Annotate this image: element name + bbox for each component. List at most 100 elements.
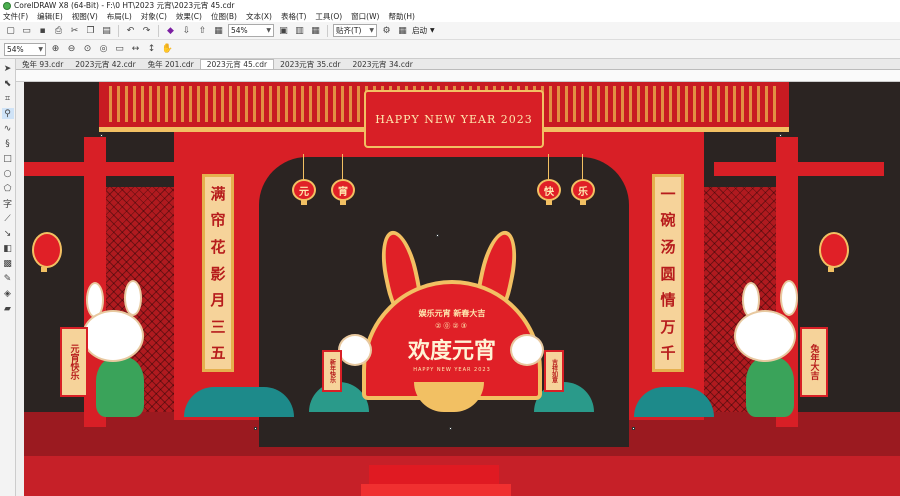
title-bar: CorelDRAW X8 (64-Bit) - F:\0 HT\2023 元宵\… (0, 0, 900, 11)
board-year: ②⓪②③ (435, 321, 469, 330)
zoom-all-objects-icon[interactable]: ◎ (97, 43, 110, 56)
redo-icon[interactable]: ↷ (140, 24, 153, 37)
menu-edit[interactable]: 编辑(E) (37, 11, 63, 22)
new-document-icon[interactable]: ▢ (4, 24, 17, 37)
rabbit-ear (124, 280, 142, 316)
zoom-page-icon[interactable]: ▭ (113, 43, 126, 56)
cut-icon[interactable]: ✂ (68, 24, 81, 37)
couplet-char: 影 (210, 264, 226, 283)
snap-to-dropdown[interactable]: 贴齐(T) ▼ (333, 24, 377, 37)
selection-handle[interactable] (779, 134, 782, 137)
full-screen-icon[interactable]: ▣ (277, 24, 290, 37)
zoom-tool-icon[interactable]: ⚲ (1, 108, 14, 119)
couplet-char: 满 (210, 184, 226, 203)
lantern-string (303, 154, 304, 180)
show-rulers-icon[interactable]: ▥ (293, 24, 306, 37)
zoom-height-icon[interactable]: ↕ (145, 43, 158, 56)
save-icon[interactable]: ▪ (36, 24, 49, 37)
lantern: 乐 (571, 179, 595, 205)
copy-icon[interactable]: ❐ (84, 24, 97, 37)
rectangle-tool-icon[interactable]: □ (2, 153, 14, 164)
zoom-level-value: 54% (231, 26, 248, 35)
eyedropper-icon[interactable]: ✎ (2, 273, 14, 284)
smart-fill-icon[interactable]: ▰ (2, 303, 14, 314)
artistic-media-icon[interactable]: § (2, 138, 14, 149)
undo-icon[interactable]: ↶ (124, 24, 137, 37)
document-tab-label: 兔年 201.cdr (147, 59, 194, 69)
left-couplet: 满 帘 花 影 月 三 五 (202, 174, 234, 372)
zoom-width-icon[interactable]: ↔ (129, 43, 142, 56)
show-grid-icon[interactable]: ▦ (309, 24, 322, 37)
menu-help[interactable]: 帮助(H) (388, 11, 415, 22)
document-tab[interactable]: 兔年 201.cdr (142, 59, 200, 69)
small-rabbit-head (338, 334, 372, 366)
drawing-canvas[interactable]: HAPPY NEW YEAR 2023 满 帘 花 影 月 三 五 一 碗 汤 … (24, 82, 900, 496)
toolbar-separator (327, 24, 328, 37)
menu-bitmaps[interactable]: 位图(B) (211, 11, 237, 22)
drop-shadow-icon[interactable]: ◧ (2, 243, 14, 254)
document-tab[interactable]: 2023元宵 42.cdr (69, 59, 141, 69)
publish-pdf-icon[interactable]: ▦ (212, 24, 225, 37)
document-tab[interactable]: 兔年 93.cdr (16, 59, 69, 69)
menu-table[interactable]: 表格(T) (281, 11, 306, 22)
transparency-tool-icon[interactable]: ▩ (2, 258, 14, 269)
lantern-string (582, 154, 583, 180)
document-tab-active[interactable]: 2023元宵 45.cdr (199, 59, 275, 69)
launch-label[interactable]: 启动 (412, 25, 427, 36)
rabbit-body (746, 357, 794, 417)
document-tab[interactable]: 2023元宵 35.cdr (274, 59, 346, 69)
lantern-char: 快 (544, 186, 554, 198)
menu-layout[interactable]: 布局(L) (107, 11, 132, 22)
export-icon[interactable]: ⇧ (196, 24, 209, 37)
zoom-selected-icon[interactable]: ⊙ (81, 43, 94, 56)
menu-tools[interactable]: 工具(O) (315, 11, 342, 22)
menu-file[interactable]: 文件(F) (3, 11, 28, 22)
options-gear-icon[interactable]: ⚙ (380, 24, 393, 37)
document-tab-label: 2023元宵 45.cdr (206, 60, 268, 69)
board-subtitle: 娱乐元宵 新春大吉 (418, 308, 486, 318)
new-year-banner: HAPPY NEW YEAR 2023 (364, 90, 544, 148)
horizontal-ruler[interactable] (16, 70, 900, 82)
menu-text[interactable]: 文本(X) (246, 11, 272, 22)
connector-tool-icon[interactable]: ↘ (2, 228, 14, 239)
stage-step-lower (361, 484, 511, 496)
open-folder-icon[interactable]: ▭ (20, 24, 33, 37)
chevron-down-icon[interactable]: ▼ (430, 27, 435, 34)
selection-handle[interactable] (254, 427, 257, 430)
menu-view[interactable]: 视图(V) (72, 11, 98, 22)
selection-handle[interactable] (449, 427, 452, 430)
lantern-char: 宵 (338, 186, 348, 198)
lantern-string (342, 154, 343, 180)
document-tab[interactable]: 2023元宵 34.cdr (346, 59, 418, 69)
import-icon[interactable]: ⇩ (180, 24, 193, 37)
selection-handle[interactable] (632, 427, 635, 430)
chevron-down-icon: ▼ (266, 27, 271, 34)
property-zoom-combo[interactable]: 54% ▼ (4, 42, 46, 56)
paste-icon[interactable]: ▤ (100, 24, 113, 37)
couplet-char: 圆 (660, 264, 676, 283)
menu-object[interactable]: 对象(C) (141, 11, 167, 22)
toolbox: ➤ ⬉ ⌗ ⚲ ∿ § □ ○ ⬠ 字 ⟋ ↘ ◧ ▩ ✎ ◈ ▰ (0, 59, 16, 496)
polygon-tool-icon[interactable]: ⬠ (2, 183, 14, 194)
board-english: HAPPY NEW YEAR 2023 (413, 366, 491, 373)
ellipse-tool-icon[interactable]: ○ (2, 168, 14, 179)
text-tool-icon[interactable]: 字 (2, 198, 14, 210)
selection-handle[interactable] (100, 134, 103, 137)
application-launcher-icon[interactable]: ▦ (396, 24, 409, 37)
print-icon[interactable]: ⎙ (52, 24, 65, 37)
pan-hand-icon[interactable]: ✋ (161, 43, 174, 56)
couplet-char: 情 (660, 291, 676, 310)
menu-effects[interactable]: 效果(C) (176, 11, 202, 22)
freehand-tool-icon[interactable]: ∿ (2, 123, 14, 134)
menu-window[interactable]: 窗口(W) (351, 11, 379, 22)
parallel-dimension-icon[interactable]: ⟋ (2, 213, 14, 224)
zoom-in-icon[interactable]: ⊕ (49, 43, 62, 56)
search-content-icon[interactable]: ◆ (164, 24, 177, 37)
zoom-out-icon[interactable]: ⊖ (65, 43, 78, 56)
selection-handle[interactable] (436, 234, 439, 237)
crop-tool-icon[interactable]: ⌗ (2, 93, 14, 104)
interactive-fill-icon[interactable]: ◈ (2, 288, 14, 299)
zoom-level-combo[interactable]: 54% ▼ (228, 24, 274, 37)
shape-tool-icon[interactable]: ⬉ (2, 78, 14, 89)
pick-tool-icon[interactable]: ➤ (2, 63, 14, 74)
